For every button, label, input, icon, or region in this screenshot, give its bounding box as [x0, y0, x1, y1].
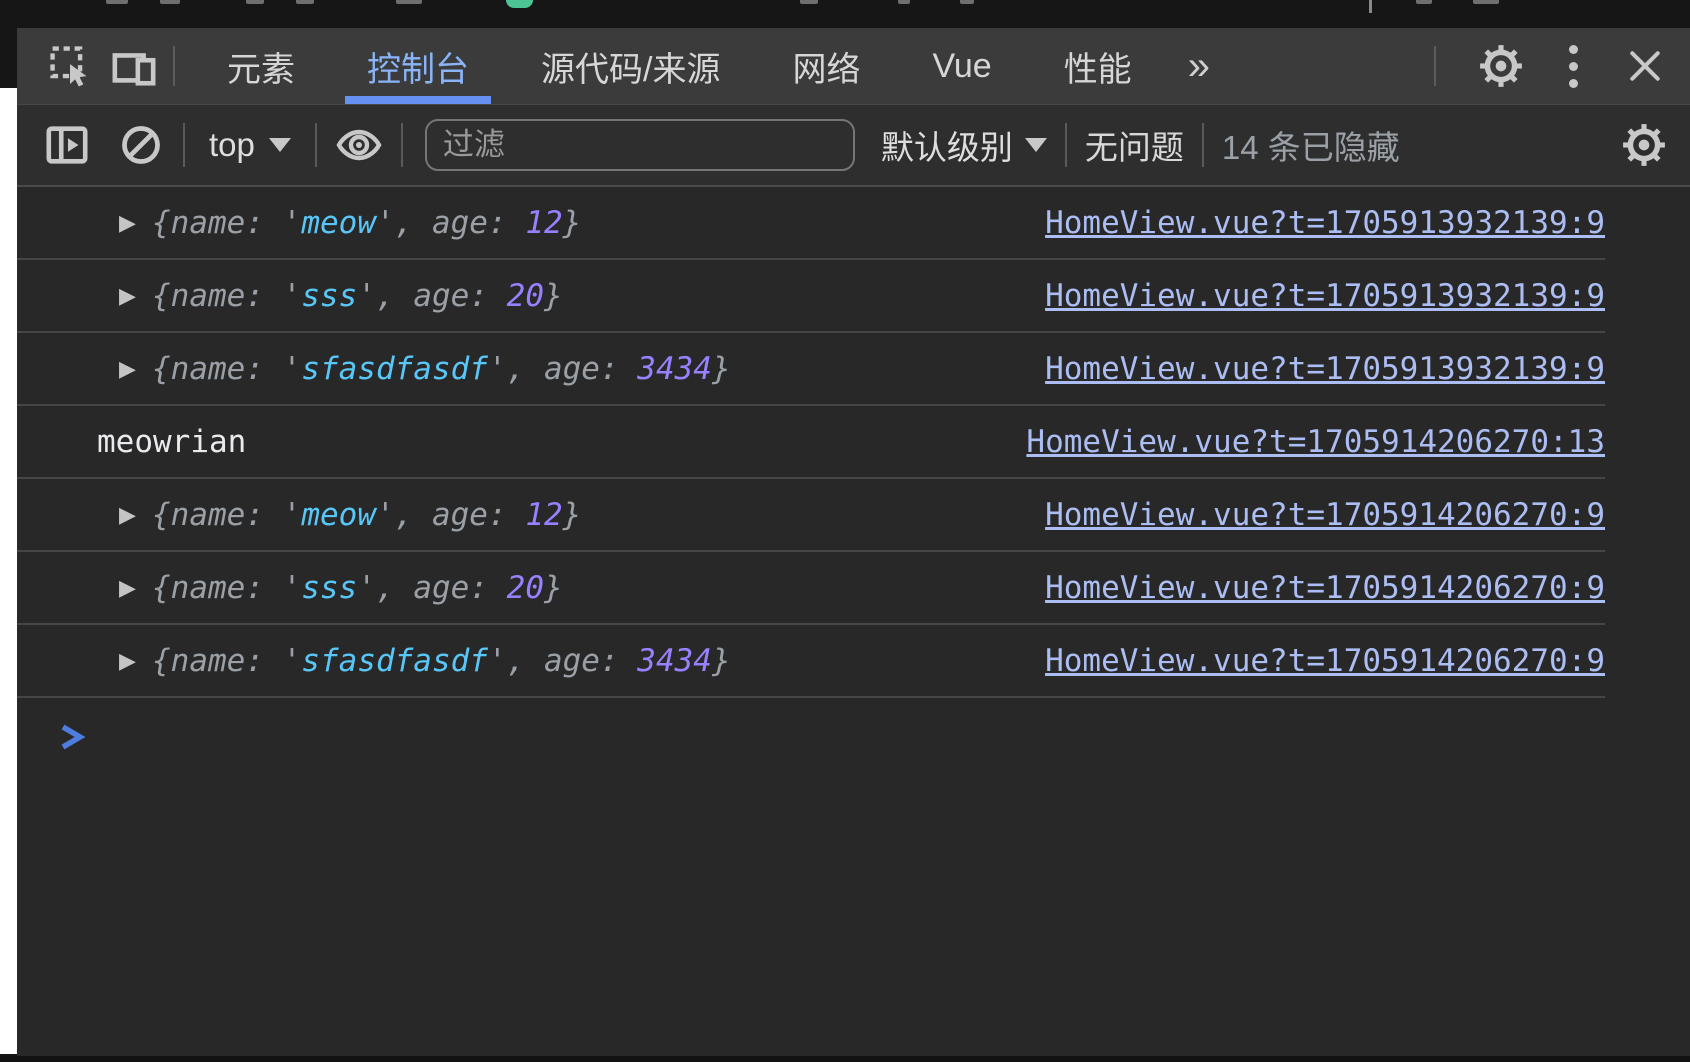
object-preview[interactable]: {name: 'sfasdfasdf', age: 3434} — [152, 351, 731, 387]
console-row: ▶{name: 'meow', age: 12} HomeView.vue?t=1… — [17, 479, 1605, 552]
expand-object-triangle-icon[interactable]: ▶ — [97, 575, 152, 601]
filter-input[interactable] — [425, 119, 855, 171]
browser-remnant — [246, 0, 264, 4]
devtools-tabbar: 元素控制台源代码/来源网络 Vue 性能 » — [17, 28, 1690, 105]
console-rows: ▶{name: 'meow', age: 12}HomeView.vue?t=1… — [17, 187, 1605, 698]
tab-elements[interactable]: 元素 — [201, 28, 321, 104]
divider — [1065, 123, 1067, 167]
console-row: meowrian HomeView.vue?t=1705914206270:13 — [17, 406, 1605, 479]
more-tabs-button[interactable]: » — [1174, 44, 1222, 89]
log-text: meowrian — [97, 424, 246, 460]
object-preview[interactable]: {name: 'meow', age: 12} — [152, 497, 581, 533]
console-row: ▶{name: 'sss', age: 20} HomeView.vue?t=17… — [17, 260, 1605, 333]
browser-remnant — [1473, 0, 1499, 4]
console-row: ▶{name: 'sss', age: 20} HomeView.vue?t=17… — [17, 552, 1605, 625]
settings-gear-icon[interactable] — [1478, 43, 1524, 89]
log-levels-label: 默认级别 — [881, 121, 1013, 169]
tab-sources[interactable]: 源代码/来源 — [515, 28, 746, 104]
console-toolbar: top 默认级别 无问题 14 条已隐藏 — [17, 105, 1690, 187]
object-preview[interactable]: {name: 'sss', age: 20} — [152, 278, 563, 314]
divider — [183, 123, 185, 167]
prompt-chevron-icon — [58, 720, 86, 754]
console-prompt[interactable] — [17, 698, 1690, 759]
tab-console[interactable]: 控制台 — [341, 28, 495, 104]
issues-counter[interactable]: 无问题 — [1085, 121, 1184, 169]
favicon-remnant — [506, 0, 533, 8]
object-preview[interactable]: {name: 'meow', age: 12} — [152, 205, 581, 241]
context-label: top — [209, 126, 255, 164]
divider — [401, 123, 403, 167]
browser-remnant — [106, 0, 128, 4]
clear-console-icon[interactable] — [117, 121, 165, 169]
source-location-link[interactable]: HomeView.vue?t=1705913932139:9 — [1025, 278, 1605, 314]
toggle-device-toolbar-icon[interactable] — [111, 43, 157, 89]
expand-object-triangle-icon[interactable]: ▶ — [97, 210, 152, 236]
create-live-expression-eye-icon[interactable] — [335, 121, 383, 169]
console-row: ▶{name: 'sfasdfasdf', age: 3434} HomeView… — [17, 333, 1605, 406]
tab-list: 元素控制台源代码/来源网络 Vue 性能 — [191, 28, 1168, 104]
close-devtools-icon[interactable] — [1622, 43, 1668, 89]
expand-object-triangle-icon[interactable]: ▶ — [97, 502, 152, 528]
chevron-down-icon — [1025, 138, 1047, 152]
hidden-messages-count[interactable]: 14 条已隐藏 — [1222, 121, 1400, 169]
expand-object-triangle-icon[interactable]: ▶ — [97, 648, 152, 674]
console-row: ▶{name: 'sfasdfasdf', age: 3434} HomeView… — [17, 625, 1605, 698]
log-levels-dropdown[interactable]: 默认级别 — [881, 121, 1047, 169]
console-row: ▶{name: 'meow', age: 12} HomeView.vue?t=1… — [17, 187, 1605, 260]
console-settings-gear-icon[interactable] — [1620, 121, 1668, 169]
source-location-link[interactable]: HomeView.vue?t=1705913932139:9 — [1025, 351, 1605, 387]
browser-remnant — [960, 0, 974, 4]
show-console-sidebar-icon[interactable] — [43, 121, 91, 169]
tab-performance[interactable]: 性能 — [1038, 28, 1158, 104]
inspect-element-icon[interactable] — [47, 43, 93, 89]
divider — [1434, 46, 1436, 86]
tab-vue[interactable]: Vue — [906, 28, 1017, 104]
divider — [315, 123, 317, 167]
more-options-kebab-icon[interactable] — [1550, 43, 1596, 89]
browser-remnant — [1416, 0, 1432, 4]
expand-object-triangle-icon[interactable]: ▶ — [97, 356, 152, 382]
cropped-browser-toolbar — [0, 0, 1690, 28]
browser-remnant — [800, 0, 818, 4]
divider — [173, 46, 175, 86]
source-location-link[interactable]: HomeView.vue?t=1705914206270:9 — [1025, 497, 1605, 533]
devtools-panel: 元素控制台源代码/来源网络 Vue 性能 » — [17, 28, 1690, 1056]
tab-network[interactable]: 网络 — [766, 28, 886, 104]
source-location-link[interactable]: HomeView.vue?t=1705914206270:9 — [1025, 643, 1605, 679]
object-preview[interactable]: {name: 'sfasdfasdf', age: 3434} — [152, 643, 731, 679]
page-background-sliver — [0, 88, 17, 1054]
object-preview[interactable]: {name: 'sss', age: 20} — [152, 570, 563, 606]
browser-remnant — [1369, 0, 1372, 13]
chevron-down-icon — [269, 138, 291, 152]
expand-object-triangle-icon[interactable]: ▶ — [97, 283, 152, 309]
browser-remnant — [898, 0, 910, 4]
browser-remnant — [296, 0, 314, 4]
source-location-link[interactable]: HomeView.vue?t=1705914206270:13 — [1006, 424, 1605, 460]
console-messages-area: ▶{name: 'meow', age: 12}HomeView.vue?t=1… — [17, 187, 1690, 1056]
source-location-link[interactable]: HomeView.vue?t=1705914206270:9 — [1025, 570, 1605, 606]
browser-remnant — [396, 0, 422, 4]
cropped-page-bottom — [0, 1056, 1690, 1062]
divider — [1202, 123, 1204, 167]
source-location-link[interactable]: HomeView.vue?t=1705913932139:9 — [1025, 205, 1605, 241]
browser-remnant — [160, 0, 180, 4]
tabbar-right-controls — [1418, 43, 1690, 89]
javascript-context-selector[interactable]: top — [203, 126, 297, 164]
